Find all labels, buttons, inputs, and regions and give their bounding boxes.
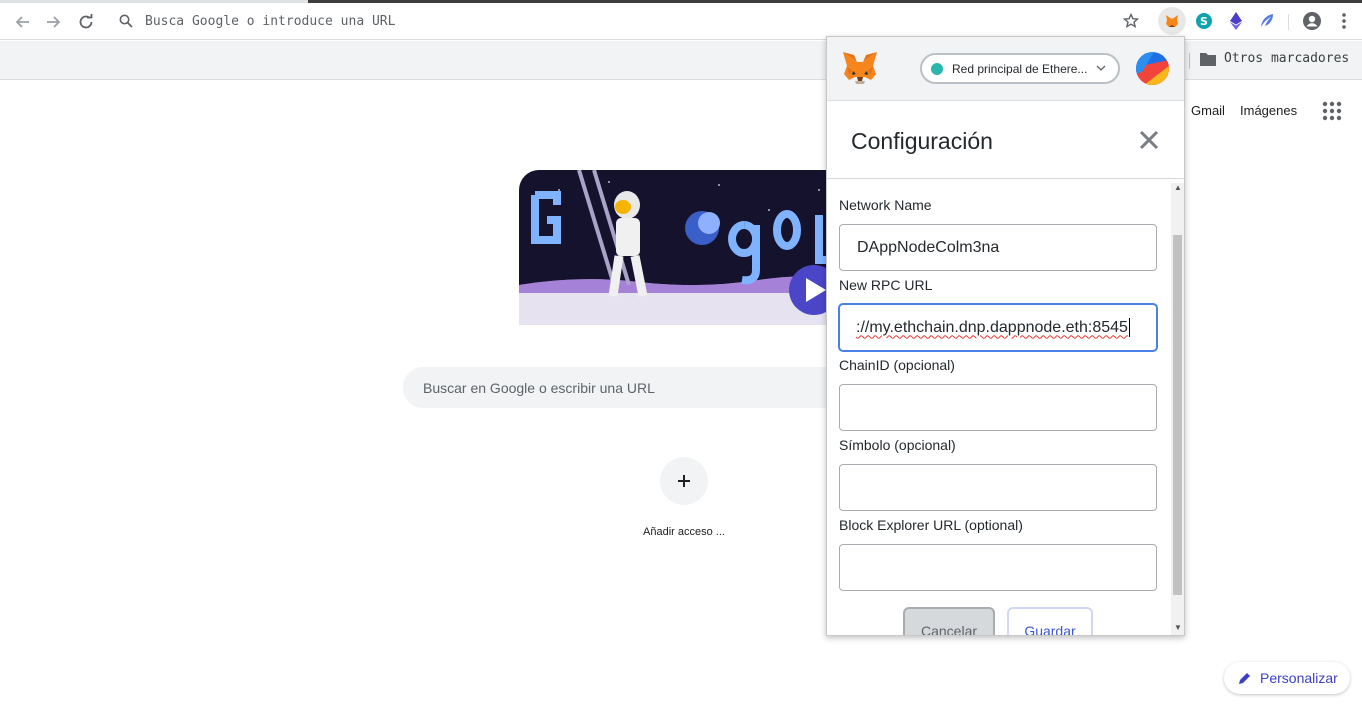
reload-button[interactable] [73,9,99,35]
jazzicon-icon [1136,52,1169,85]
more-vert-icon [1342,13,1346,29]
personalize-button[interactable]: Personalizar [1224,662,1350,694]
extension-s-icon: S [1196,13,1212,29]
chain-id-input[interactable] [839,384,1157,431]
search-placeholder: Buscar en Google o escribir una URL [423,380,655,396]
gmail-link[interactable]: Gmail [1191,103,1225,118]
symbol-input[interactable] [839,464,1157,511]
close-icon [1139,130,1159,150]
feather-extension-button[interactable] [1256,10,1278,32]
google-search-box[interactable]: Buscar en Google o escribir una URL [403,367,843,408]
other-bookmarks-label: Otros marcadores [1224,51,1350,66]
apps-grid-icon [1322,101,1342,121]
cancel-button[interactable]: Cancelar [903,607,995,635]
network-name-value: DAppNodeColm3na [857,238,1000,256]
block-explorer-label: Block Explorer URL (optional) [839,517,1023,533]
scroll-down-arrow-icon[interactable]: ▼ [1174,623,1182,632]
metamask-fox-icon [1166,15,1178,27]
folder-icon [1200,52,1216,66]
add-shortcut-button[interactable] [660,457,708,505]
save-button[interactable]: Guardar [1007,607,1093,635]
images-link[interactable]: Imágenes [1240,103,1297,118]
header-divider [827,178,1184,179]
scrollbar-thumb[interactable] [1173,235,1182,595]
google-apps-button[interactable] [1322,101,1342,121]
network-status-dot [931,62,943,75]
add-shortcut-label: Añadir acceso ... [643,526,725,538]
symbol-label: Símbolo (opcional) [839,437,956,453]
browser-toolbar: Busca Google o introduce una URL S [0,3,1362,40]
feather-icon [1261,14,1273,27]
chain-id-label: ChainID (opcional) [839,357,955,373]
moon-landing-doodle-image [519,170,839,325]
address-bar-text: Busca Google o introduce una URL [145,13,396,29]
svg-text:S: S [1200,15,1208,28]
rpc-url-value: ://my.ethchain.dnp.dappnode.eth:8545 [856,318,1128,336]
metamask-header: Red principal de Ethere... [827,37,1184,101]
other-bookmarks-folder[interactable]: Otros marcadores [1200,51,1349,66]
settings-title: Configuración [851,128,993,154]
bookmark-star-button[interactable] [1120,10,1142,32]
forward-button[interactable] [41,9,67,35]
profile-button[interactable] [1301,10,1323,32]
search-icon [119,14,133,28]
metamask-extension-button[interactable] [1158,7,1186,35]
rpc-url-input[interactable]: ://my.ethchain.dnp.dappnode.eth:8545 [839,304,1157,351]
metamask-fox-icon [843,52,877,84]
close-settings-button[interactable] [1137,128,1161,152]
network-selector[interactable]: Red principal de Ethere... [920,53,1120,84]
arrow-right-icon [47,16,61,28]
ethereum-extension-button[interactable] [1225,10,1247,32]
text-caret [1128,318,1130,337]
block-explorer-input[interactable] [839,544,1157,591]
metamask-logo[interactable] [841,51,879,87]
google-doodle[interactable] [519,170,839,325]
plus-icon [678,475,690,487]
pencil-icon [1239,673,1250,684]
account-avatar[interactable] [1136,52,1169,85]
ethereum-icon [1230,12,1242,30]
chrome-menu-button[interactable] [1333,10,1355,32]
settings-scrollbar[interactable]: ▲ ▼ [1171,183,1184,635]
address-bar[interactable]: Busca Google o introduce una URL [112,7,1152,35]
metamask-popup: Red principal de Ethere... Configuración… [826,36,1185,636]
scroll-up-arrow-icon[interactable]: ▲ [1174,183,1182,192]
extension-s-button[interactable]: S [1193,10,1215,32]
chevron-down-icon [1096,65,1106,71]
personalize-label: Personalizar [1260,670,1338,686]
back-button[interactable] [9,9,35,35]
arrow-left-icon [15,16,29,28]
network-name-input[interactable]: DAppNodeColm3na [839,224,1157,271]
reload-icon [79,14,93,29]
star-icon [1123,13,1139,29]
rpc-url-label: New RPC URL [839,277,933,293]
account-circle-icon [1303,12,1321,30]
network-name: Red principal de Ethere... [952,61,1088,76]
network-name-label: Network Name [839,197,932,213]
